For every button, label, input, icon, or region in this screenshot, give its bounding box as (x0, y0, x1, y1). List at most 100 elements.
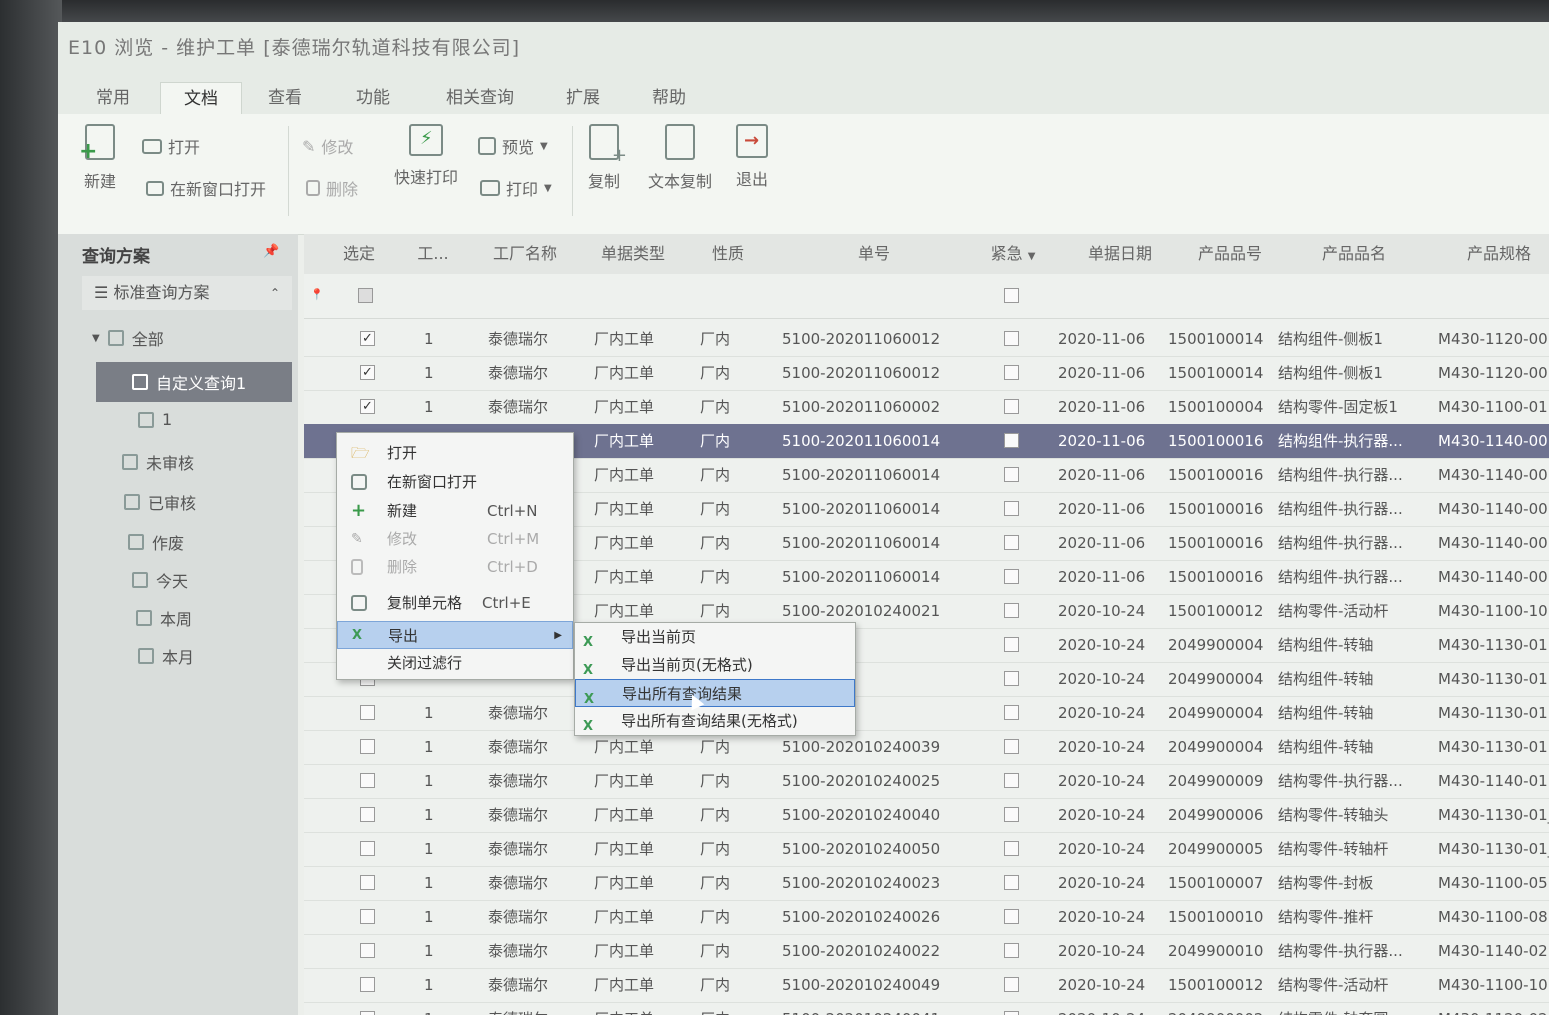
new-button[interactable]: + 新建 (79, 124, 116, 192)
menu-item-new[interactable]: + 新建 Ctrl+N (337, 497, 573, 525)
row-select-checkbox[interactable] (360, 841, 375, 856)
menu-item-delete[interactable]: 删除 Ctrl+D (337, 553, 573, 581)
menu-item-open-new-window[interactable]: 在新窗口打开 (337, 468, 573, 496)
row-select-checkbox[interactable]: ✓ (360, 365, 375, 380)
table-row[interactable]: 1 泰德瑞尔 厂内工单 厂内 5100-202010240022 2020-10-24 20… (304, 934, 1549, 969)
row-select-checkbox[interactable] (360, 875, 375, 890)
tree-item-this-month[interactable]: 本月 (138, 644, 194, 668)
urgent-checkbox[interactable] (1004, 501, 1019, 516)
table-row[interactable]: 1 泰德瑞尔 厂内工单 厂内 5100-202010240025 2020-10-24 20… (304, 764, 1549, 799)
tab-related-query[interactable]: 相关查询 (432, 82, 528, 114)
menu-item-copy-cell[interactable]: 复制单元格 Ctrl+E (337, 589, 573, 617)
col-doc-no[interactable]: 单号 (834, 234, 914, 274)
tree-item-custom-query[interactable]: 自定义查询1 (96, 362, 292, 402)
tree-item-this-week[interactable]: 本周 (136, 606, 192, 630)
row-select-checkbox[interactable] (360, 977, 375, 992)
row-select-checkbox[interactable]: ✓ (360, 399, 375, 414)
col-product-name[interactable]: 产品品名 (1294, 234, 1414, 274)
urgent-checkbox[interactable] (1004, 943, 1019, 958)
urgent-checkbox[interactable] (1004, 977, 1019, 992)
text-copy-button[interactable]: 文本复制 (648, 124, 712, 192)
tree-item-1[interactable]: 1 (138, 410, 172, 429)
table-row[interactable]: 1 泰德瑞尔 厂内工单 厂内 5100-202010240023 2020-10-24 15… (304, 866, 1549, 901)
col-select[interactable]: 选定 (334, 234, 384, 274)
col-nature[interactable]: 性质 (698, 234, 758, 274)
col-factory-name[interactable]: 工厂名称 (480, 234, 570, 274)
table-row[interactable]: 1 泰德瑞尔 厂内工单 厂内 5100-202010240050 2020-10-24 20… (304, 832, 1549, 867)
col-factory[interactable]: 工... (408, 234, 458, 274)
open-button[interactable]: 打开 (142, 134, 200, 158)
tree-item-void[interactable]: 作废 (128, 530, 184, 554)
urgent-checkbox[interactable] (1004, 535, 1019, 550)
urgent-checkbox[interactable] (1004, 841, 1019, 856)
row-select-checkbox[interactable]: ✓ (360, 331, 375, 346)
tree-item-audited[interactable]: 已审核 (124, 490, 196, 514)
urgent-checkbox[interactable] (1004, 365, 1019, 380)
urgent-checkbox[interactable] (1004, 1011, 1019, 1015)
tab-document[interactable]: 文档 (160, 82, 242, 115)
print-button[interactable]: 打印 ▼ (480, 176, 552, 200)
tab-common[interactable]: 常用 (78, 82, 148, 114)
menu-item-close-filter[interactable]: 关闭过滤行 (337, 649, 573, 677)
submenu-export-all-results[interactable]: X 导出所有查询结果 (575, 679, 855, 707)
row-select-checkbox[interactable] (360, 909, 375, 924)
urgent-checkbox[interactable] (1004, 807, 1019, 822)
row-select-checkbox[interactable] (360, 1011, 375, 1015)
table-row[interactable]: 1 泰德瑞尔 厂内工单 厂内 5100-202010240039 2020-10-24 20… (304, 730, 1549, 765)
tab-help[interactable]: 帮助 (634, 82, 704, 114)
submenu-export-current-page[interactable]: X 导出当前页 (575, 623, 855, 651)
row-select-checkbox[interactable] (360, 943, 375, 958)
submenu-export-current-page-plain[interactable]: X 导出当前页(无格式) (575, 651, 855, 679)
table-row[interactable]: 1 泰德瑞尔 厂内工单 厂内 5100-202010240040 2020-10-24 20… (304, 798, 1549, 833)
col-urgent[interactable]: 紧急 ▼ (978, 234, 1048, 274)
pin-icon[interactable]: 📌 (263, 244, 279, 259)
row-select-checkbox[interactable] (360, 807, 375, 822)
row-select-checkbox[interactable] (360, 705, 375, 720)
tab-function[interactable]: 功能 (338, 82, 408, 114)
tab-view[interactable]: 查看 (250, 82, 320, 114)
urgent-checkbox[interactable] (1004, 739, 1019, 754)
urgent-checkbox[interactable] (1004, 875, 1019, 890)
table-row[interactable]: ✓ 1 泰德瑞尔 厂内工单 厂内 5100-202011060002 2020-11-06 1… (304, 390, 1549, 425)
urgent-checkbox[interactable] (1004, 705, 1019, 720)
table-row[interactable]: 1 泰德瑞尔 厂内工单 厂内 5100-202010240041 2020-10-24 20… (304, 1002, 1549, 1015)
delete-button[interactable]: 删除 (306, 176, 358, 200)
preview-button[interactable]: 预览 ▼ (478, 134, 548, 158)
urgent-checkbox[interactable] (1004, 399, 1019, 414)
quick-print-button[interactable]: ⚡ 快速打印 (394, 124, 458, 188)
urgent-checkbox[interactable] (1004, 331, 1019, 346)
urgent-checkbox[interactable] (1004, 773, 1019, 788)
col-doc-type[interactable]: 单据类型 (588, 234, 678, 274)
exit-button[interactable]: → 退出 (736, 124, 768, 190)
urgent-checkbox[interactable] (1004, 433, 1019, 448)
urgent-checkbox[interactable] (1004, 909, 1019, 924)
urgent-checkbox[interactable] (1004, 603, 1019, 618)
tree-item-all[interactable]: ▼ 全部 (92, 326, 164, 350)
tree-item-unaudited[interactable]: 未审核 (122, 450, 194, 474)
filter-urgent-checkbox[interactable] (1004, 288, 1019, 303)
col-doc-date[interactable]: 单据日期 (1070, 234, 1170, 274)
open-new-window-button[interactable]: 在新窗口打开 (146, 176, 266, 200)
modify-button[interactable]: ✎ 修改 (302, 134, 353, 158)
standard-scheme-header[interactable]: ☰ 标准查询方案 ⌃ (82, 276, 292, 310)
urgent-checkbox[interactable] (1004, 671, 1019, 686)
tree-item-today[interactable]: 今天 (132, 568, 188, 592)
menu-item-export[interactable]: X 导出 ▶ (337, 621, 573, 649)
copy-button[interactable]: + 复制 (588, 124, 627, 192)
submenu-export-all-results-plain[interactable]: X 导出所有查询结果(无格式) (575, 707, 855, 735)
menu-item-open[interactable]: 🗁 打开 (337, 439, 573, 467)
table-row[interactable]: 1 泰德瑞尔 厂内工单 厂内 5100-202010240049 2020-10-24 15… (304, 968, 1549, 1003)
tab-extension[interactable]: 扩展 (548, 82, 618, 114)
urgent-checkbox[interactable] (1004, 637, 1019, 652)
row-select-checkbox[interactable] (360, 773, 375, 788)
row-select-checkbox[interactable] (360, 739, 375, 754)
menu-item-modify[interactable]: ✎ 修改 Ctrl+M (337, 525, 573, 553)
col-product-no[interactable]: 产品品号 (1180, 234, 1280, 274)
table-row[interactable]: ✓ 1 泰德瑞尔 厂内工单 厂内 5100-202011060012 2020-11-06 1… (304, 322, 1549, 357)
filter-checkbox[interactable] (358, 288, 373, 303)
table-row[interactable]: ✓ 1 泰德瑞尔 厂内工单 厂内 5100-202011060012 2020-11-06 1… (304, 356, 1549, 391)
col-product-spec[interactable]: 产品规格 (1454, 234, 1544, 274)
urgent-checkbox[interactable] (1004, 569, 1019, 584)
table-row[interactable]: 1泰德瑞尔02400392020-10-242049900004结构组件-转轴M… (304, 696, 1549, 731)
urgent-checkbox[interactable] (1004, 467, 1019, 482)
